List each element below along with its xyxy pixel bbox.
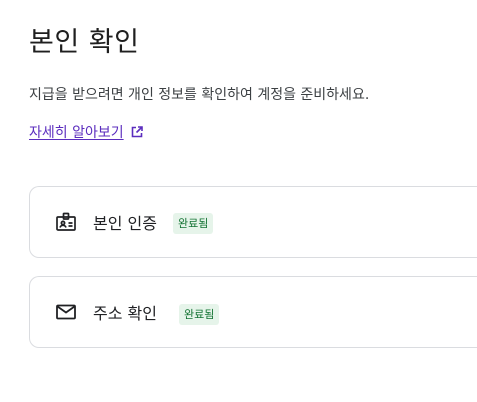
- address-verification-card[interactable]: 주소 확인 완료됨: [29, 276, 477, 348]
- address-verification-label: 주소 확인: [93, 304, 157, 323]
- mail-icon: [55, 301, 77, 323]
- verification-page: 본인 확인 지급을 받으려면 개인 정보를 확인하여 계정을 준비하세요. 자세…: [0, 0, 477, 402]
- identity-verification-label: 본인 인증: [93, 214, 157, 233]
- id-badge-icon: [55, 211, 77, 233]
- status-badge: 완료됨: [178, 304, 220, 325]
- status-badge: 완료됨: [172, 213, 214, 234]
- learn-more-label: 자세히 알아보기: [29, 125, 124, 141]
- learn-more-link[interactable]: 자세히 알아보기: [29, 122, 144, 142]
- page-title: 본인 확인: [29, 27, 140, 58]
- page-description: 지급을 받으려면 개인 정보를 확인하여 계정을 준비하세요.: [29, 87, 370, 103]
- external-link-icon: [130, 125, 144, 139]
- identity-verification-card[interactable]: 본인 인증 완료됨: [29, 186, 477, 258]
